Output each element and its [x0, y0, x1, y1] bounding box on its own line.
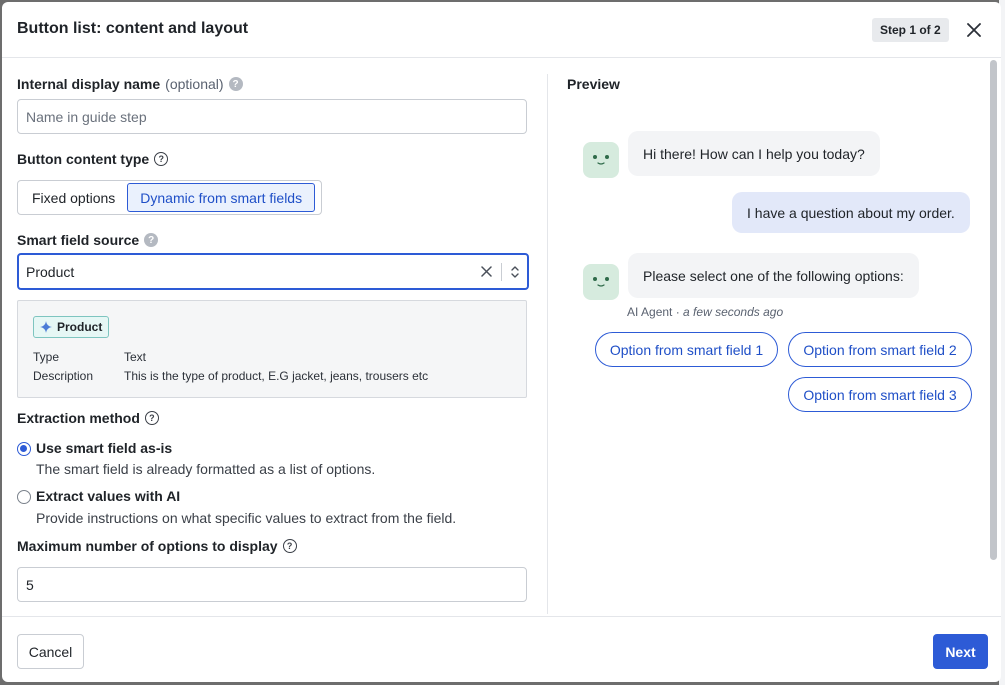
max-options-value: 5 — [26, 576, 34, 593]
radio-use-as-is[interactable]: Use smart field as-is — [17, 440, 172, 456]
help-icon[interactable]: ? — [144, 411, 159, 425]
radio-title: Use smart field as-is — [36, 440, 173, 456]
option-button[interactable]: Option from smart field 2 — [788, 332, 972, 367]
scrollbar[interactable] — [990, 60, 997, 560]
info-key: Description — [33, 369, 94, 383]
max-options-label-text: Maximum number of options to display — [17, 538, 278, 554]
help-icon[interactable]: ? — [282, 539, 297, 553]
modal-dialog: Button list: content and layout Step 1 o… — [2, 2, 1001, 682]
clear-icon[interactable] — [477, 263, 495, 281]
option-button[interactable]: Option from smart field 3 — [788, 377, 972, 412]
content-type-label: Button content type ? — [17, 151, 169, 167]
meta-separator: · — [672, 305, 684, 319]
cancel-button[interactable]: Cancel — [17, 634, 84, 669]
preview-title: Preview — [567, 76, 620, 92]
smart-field-source-label-text: Smart field source — [17, 232, 140, 248]
radio-button[interactable] — [17, 490, 31, 504]
bot-avatar — [583, 264, 619, 300]
info-value: Text — [124, 350, 147, 364]
bot-message: Please select one of the following optio… — [628, 253, 919, 298]
panel-divider — [547, 74, 548, 614]
display-name-placeholder: Name in guide step — [26, 108, 147, 125]
display-name-label-text: Internal display name — [17, 76, 161, 92]
radio-title: Extract values with AI — [36, 488, 181, 504]
help-icon[interactable]: ? — [228, 77, 243, 91]
display-name-label: Internal display name (optional) ? — [17, 76, 243, 92]
bot-message: Hi there! How can I help you today? — [628, 131, 880, 176]
next-button[interactable]: Next — [933, 634, 988, 669]
bot-face-icon — [593, 155, 609, 165]
smart-field-chip-label: Product — [57, 320, 103, 334]
step-badge: Step 1 of 2 — [872, 18, 949, 42]
modal-title: Button list: content and layout — [17, 20, 249, 37]
extraction-method-label-text: Extraction method — [17, 410, 140, 426]
help-icon[interactable]: ? — [154, 152, 169, 166]
bot-avatar — [583, 142, 619, 178]
close-icon — [967, 23, 981, 37]
radio-description: Provide instructions on what specific va… — [36, 510, 457, 526]
option-button[interactable]: Option from smart field 1 — [595, 332, 778, 367]
radio-button-selected[interactable] — [17, 442, 31, 456]
info-key: Type — [33, 350, 60, 364]
meta-time: a few seconds ago — [683, 305, 784, 319]
optional-text: (optional) — [165, 76, 224, 92]
smart-field-chip: Product — [33, 316, 110, 338]
info-value: This is the type of product, E.G jacket,… — [124, 369, 429, 383]
user-message: I have a question about my order. — [732, 192, 970, 233]
info-row-type: Type Text — [33, 350, 146, 364]
select-separator — [501, 262, 502, 281]
radio-description: The smart field is already formatted as … — [36, 461, 376, 477]
sparkle-icon — [40, 321, 52, 333]
extraction-method-label: Extraction method ? — [17, 410, 159, 426]
max-options-label: Maximum number of options to display ? — [17, 538, 297, 554]
chevron-up-down-icon[interactable] — [510, 263, 520, 281]
smart-field-info-box: Product Type Text Description This is th… — [17, 300, 527, 398]
smart-field-source-value: Product — [26, 263, 75, 280]
help-icon[interactable]: ? — [144, 233, 159, 247]
smart-field-source-label: Smart field source ? — [17, 232, 159, 248]
message-meta: AI Agent · a few seconds ago — [627, 305, 783, 319]
info-row-description: Description This is the type of product,… — [33, 369, 428, 383]
form-panel: Internal display name (optional) ? Name … — [17, 58, 529, 615]
bot-face-icon — [593, 277, 609, 287]
radio-extract-ai[interactable]: Extract values with AI — [17, 488, 180, 504]
meta-sender: AI Agent — [627, 305, 673, 319]
display-name-input[interactable]: Name in guide step — [17, 99, 527, 134]
max-options-input[interactable]: 5 — [17, 567, 527, 602]
modal-footer: Cancel Next — [2, 616, 1001, 682]
modal-header: Button list: content and layout Step 1 o… — [2, 2, 1001, 58]
content-type-segmented-control: Fixed options Dynamic from smart fields — [17, 180, 322, 215]
content-type-label-text: Button content type — [17, 151, 150, 167]
fixed-options-tab[interactable]: Fixed options — [20, 183, 127, 212]
smart-field-source-select[interactable]: Product — [17, 253, 529, 290]
close-button[interactable] — [962, 18, 986, 42]
dynamic-smart-fields-tab[interactable]: Dynamic from smart fields — [127, 183, 316, 212]
